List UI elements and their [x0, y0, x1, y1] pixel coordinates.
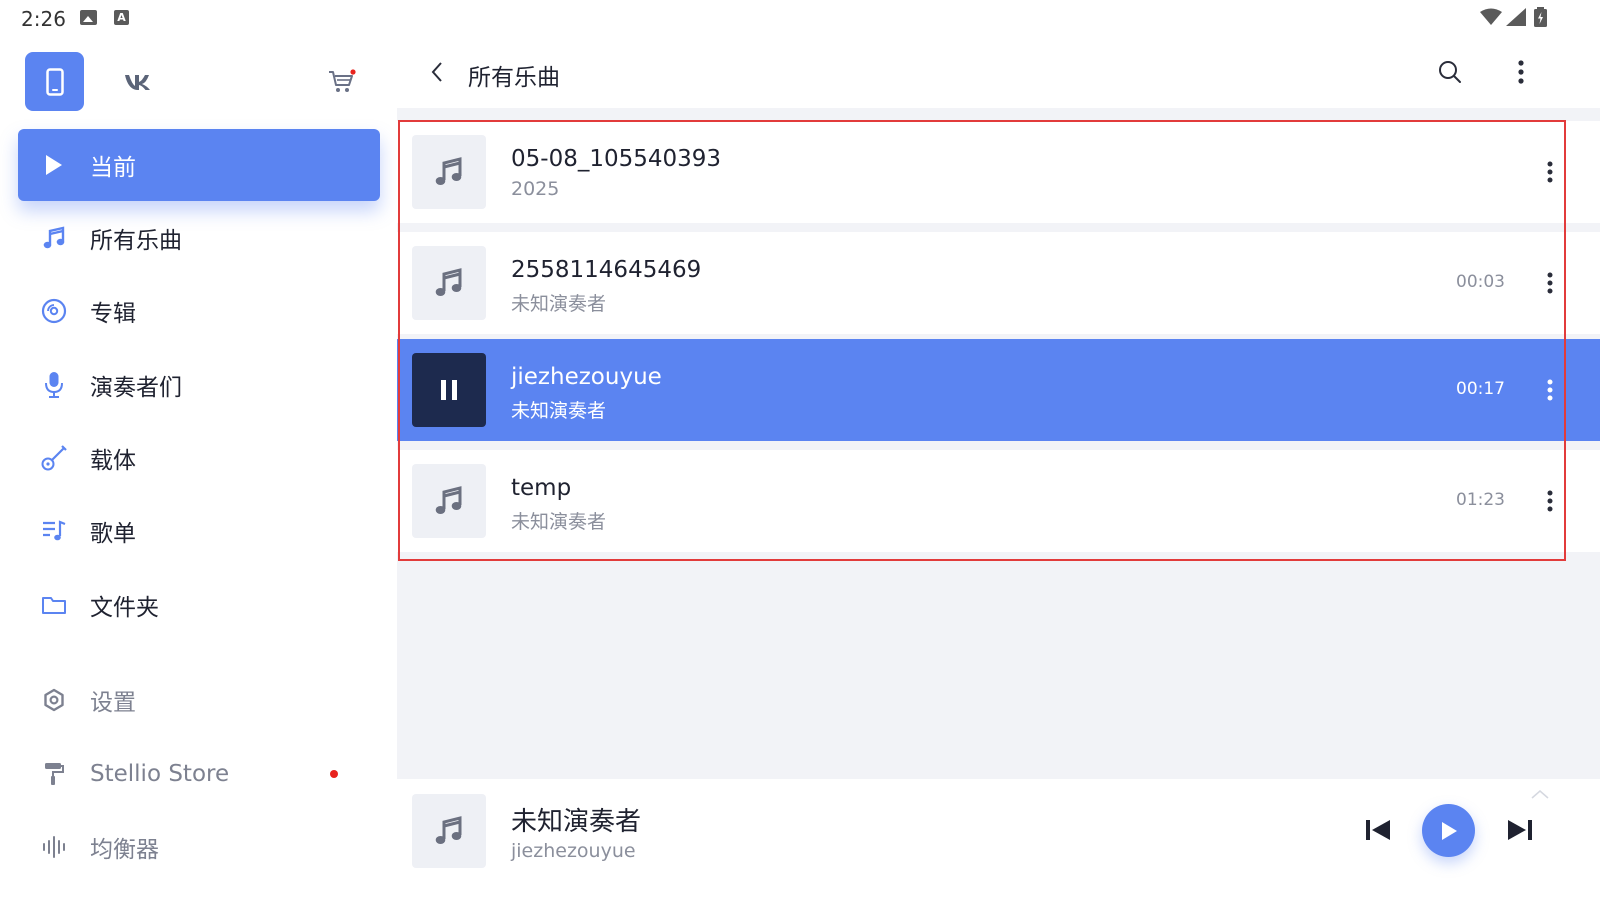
cart-icon [329, 69, 356, 92]
chevron-left-icon [431, 62, 442, 82]
disc-icon [18, 298, 90, 324]
music-note-icon [435, 157, 462, 185]
folder-icon [18, 594, 90, 616]
sidebar-item-label: 当前 [90, 155, 136, 181]
track-menu-button[interactable] [1530, 263, 1570, 303]
track-artwork [412, 135, 486, 209]
sidebar-item-label: Stellio Store [90, 761, 230, 787]
track-duration: 00:17 [1456, 379, 1505, 399]
track-menu-button[interactable] [1530, 370, 1570, 410]
status-time: 2:26 [21, 7, 66, 31]
phone-icon [45, 67, 64, 96]
track-duration: 01:23 [1456, 490, 1505, 510]
cart-button[interactable] [322, 62, 362, 102]
back-button[interactable] [417, 52, 457, 92]
page-title: 所有乐曲 [468, 65, 560, 91]
track-title: 05-08_105540393 [511, 146, 722, 172]
vk-source-button[interactable] [119, 62, 159, 102]
guitar-icon [18, 444, 90, 472]
player-title: 未知演奏者 [511, 807, 642, 837]
main-panel: 所有乐曲 05-08_105540393 2025 2558114645469 … [397, 36, 1600, 900]
search-icon [1439, 61, 1461, 83]
skip-next-icon [1508, 820, 1532, 840]
more-options-button[interactable] [1501, 52, 1541, 92]
sidebar-item-media[interactable]: 载体 [18, 422, 380, 494]
more-vert-icon [1547, 161, 1553, 183]
signal-icon [1506, 8, 1526, 26]
sidebar-item-folders[interactable]: 文件夹 [18, 569, 380, 641]
track-menu-button[interactable] [1530, 152, 1570, 192]
track-subtitle: 未知演奏者 [511, 293, 607, 315]
more-vert-icon [1547, 272, 1553, 294]
track-menu-button[interactable] [1530, 481, 1570, 521]
sidebar-item-label: 演奏者们 [90, 375, 182, 401]
sidebar: 当前 所有乐曲 专辑 演奏者们 载体 歌单 文件夹 设置 Stellio Sto… [0, 36, 397, 900]
track-title: temp [511, 475, 572, 501]
vk-icon [125, 75, 150, 90]
track-artwork [412, 464, 486, 538]
paint-roller-icon [18, 761, 90, 787]
music-note-icon [435, 486, 462, 514]
next-button[interactable] [1499, 809, 1541, 851]
track-duration: 00:03 [1456, 272, 1505, 292]
status-bar: 2:26 A [0, 0, 1600, 36]
play-button[interactable] [1422, 804, 1475, 857]
play-icon [1441, 821, 1457, 840]
more-vert-icon [1518, 60, 1524, 84]
sidebar-item-label: 均衡器 [90, 837, 159, 863]
microphone-icon [18, 371, 90, 399]
track-row[interactable]: 05-08_105540393 2025 [397, 121, 1600, 223]
track-title: jiezhezouyue [511, 364, 662, 390]
sidebar-item-settings[interactable]: 设置 [18, 664, 380, 736]
music-note-icon [18, 226, 90, 250]
gear-icon [18, 688, 90, 712]
wifi-icon [1480, 8, 1502, 25]
chevron-up-icon[interactable] [1530, 787, 1550, 801]
sidebar-item-label: 载体 [90, 448, 136, 474]
equalizer-icon [18, 835, 90, 859]
track-subtitle: 2025 [511, 178, 560, 200]
battery-icon [1534, 7, 1547, 27]
music-note-icon [435, 268, 462, 296]
sidebar-item-artists[interactable]: 演奏者们 [18, 349, 380, 421]
more-vert-icon [1547, 490, 1553, 512]
sidebar-item-albums[interactable]: 专辑 [18, 275, 380, 347]
sidebar-item-label: 歌单 [90, 521, 136, 547]
sidebar-item-label: 设置 [90, 690, 136, 716]
music-note-icon [435, 816, 462, 844]
player-subtitle: jiezhezouyue [511, 840, 636, 862]
track-artwork[interactable] [412, 353, 486, 427]
track-subtitle: 未知演奏者 [511, 400, 607, 422]
track-row[interactable]: temp 未知演奏者 01:23 [397, 450, 1600, 552]
track-title: 2558114645469 [511, 257, 702, 283]
track-subtitle: 未知演奏者 [511, 511, 607, 533]
image-icon [80, 10, 97, 25]
top-app-bar: 所有乐曲 [397, 36, 1600, 108]
sidebar-item-equalizer[interactable]: 均衡器 [18, 811, 380, 883]
phone-source-button[interactable] [25, 52, 84, 111]
play-icon [18, 154, 90, 176]
sidebar-item-label: 所有乐曲 [90, 228, 182, 254]
sidebar-item-label: 专辑 [90, 301, 136, 327]
search-button[interactable] [1430, 52, 1470, 92]
sidebar-item-store[interactable]: Stellio Store [18, 738, 380, 810]
more-vert-icon [1547, 379, 1553, 401]
app-root: 2:26 A 当前 所有乐曲 专辑 演奏者们 载体 歌单 文件夹 设置 Stel… [0, 0, 1600, 900]
track-artwork [412, 246, 486, 320]
sidebar-item-all-songs[interactable]: 所有乐曲 [18, 202, 380, 274]
player-artwork [412, 794, 486, 868]
mini-player[interactable]: 未知演奏者 jiezhezouyue [397, 779, 1600, 900]
pause-icon [441, 380, 457, 400]
previous-button[interactable] [1357, 809, 1399, 851]
sidebar-item-current[interactable]: 当前 [18, 129, 380, 201]
playlist-icon [18, 519, 90, 543]
sidebar-item-playlists[interactable]: 歌单 [18, 495, 380, 567]
notification-dot [330, 770, 338, 778]
sidebar-item-label: 文件夹 [90, 595, 159, 621]
a-icon: A [114, 10, 129, 25]
skip-previous-icon [1366, 820, 1390, 840]
track-row-playing[interactable]: jiezhezouyue 未知演奏者 00:17 [397, 339, 1600, 441]
track-row[interactable]: 2558114645469 未知演奏者 00:03 [397, 232, 1600, 334]
